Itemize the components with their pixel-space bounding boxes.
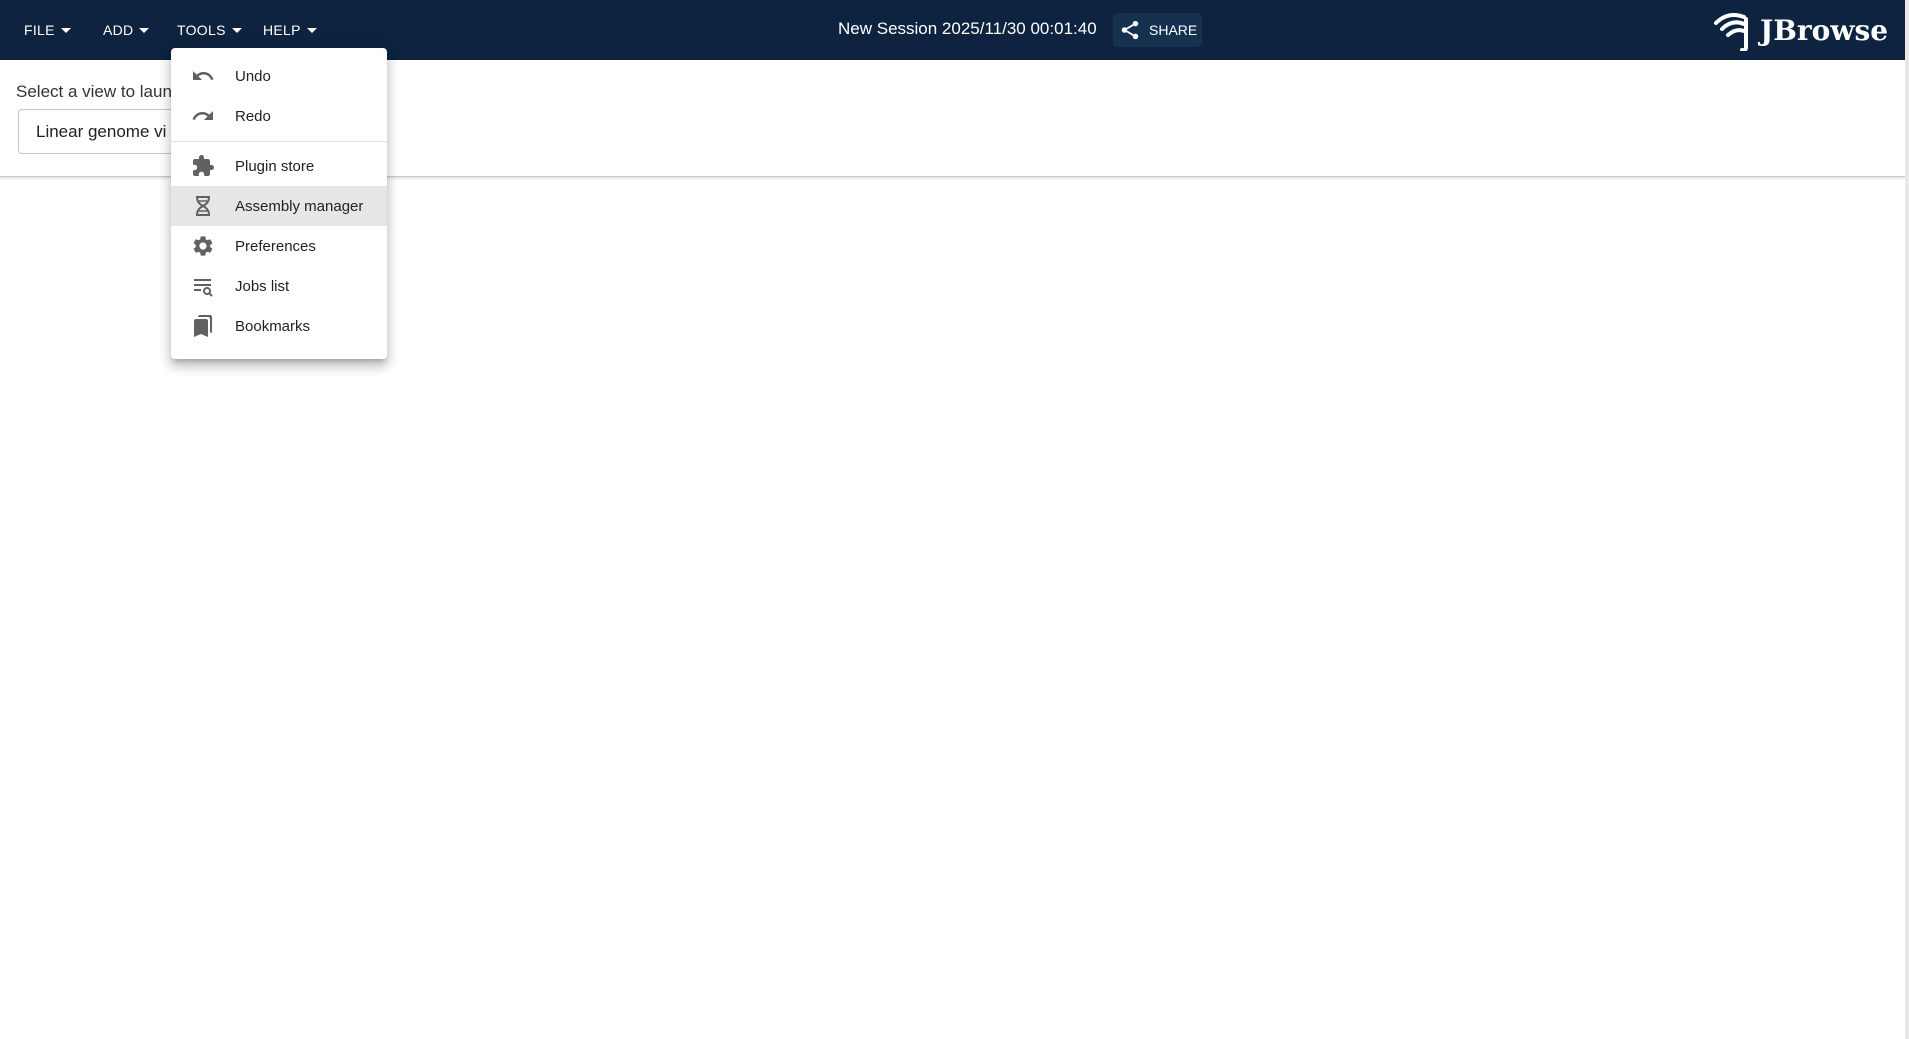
share-label: SHARE xyxy=(1149,22,1198,38)
menu-item-preferences[interactable]: Preferences xyxy=(171,226,387,266)
help-menu-button[interactable]: HELP xyxy=(263,16,317,44)
menu-item-undo[interactable]: Undo xyxy=(171,56,387,96)
chevron-down-icon xyxy=(60,27,71,33)
share-button[interactable]: SHARE xyxy=(1113,13,1202,47)
chevron-down-icon xyxy=(139,27,150,33)
session-title[interactable]: New Session 2025/11/30 00:01:40 xyxy=(838,17,1097,41)
menu-item-assembly-manager[interactable]: Assembly manager xyxy=(171,186,387,226)
undo-icon xyxy=(191,64,215,88)
menu-item-label: Jobs list xyxy=(235,277,290,295)
add-menu-button[interactable]: ADD xyxy=(103,16,150,44)
menu-item-label: Plugin store xyxy=(235,157,315,175)
tools-menu-label: TOOLS xyxy=(177,22,226,38)
file-menu-label: FILE xyxy=(24,22,55,38)
menu-item-jobs-list[interactable]: Jobs list xyxy=(171,266,387,306)
scrollbar[interactable] xyxy=(1905,0,1909,1039)
menu-item-label: Assembly manager xyxy=(235,197,364,215)
dna-icon xyxy=(191,194,215,218)
help-menu-label: HELP xyxy=(263,22,301,38)
redo-icon xyxy=(191,104,215,128)
menu-item-label: Undo xyxy=(235,67,271,85)
jbrowse-logo: JBrowse xyxy=(1712,8,1888,52)
share-icon xyxy=(1121,20,1139,40)
file-menu-button[interactable]: FILE xyxy=(24,16,71,44)
gear-icon xyxy=(191,234,215,258)
extension-icon xyxy=(191,154,215,178)
chevron-down-icon xyxy=(306,27,317,33)
launcher-label: Select a view to laun xyxy=(16,82,172,101)
chevron-down-icon xyxy=(231,27,242,33)
menu-item-bookmarks[interactable]: Bookmarks xyxy=(171,306,387,346)
menu-item-redo[interactable]: Redo xyxy=(171,96,387,136)
add-menu-label: ADD xyxy=(103,22,134,38)
menu-divider xyxy=(171,141,387,142)
tools-menu-button[interactable]: TOOLS xyxy=(177,16,242,44)
tools-dropdown-menu: Undo Redo Plugin store Assembly manager xyxy=(171,48,387,359)
menu-item-label: Bookmarks xyxy=(235,317,311,335)
logo-text: JBrowse xyxy=(1760,13,1889,47)
menu-item-label: Redo xyxy=(235,107,271,125)
list-search-icon xyxy=(191,274,215,298)
menu-item-plugin-store[interactable]: Plugin store xyxy=(171,146,387,186)
menu-item-label: Preferences xyxy=(235,237,316,255)
jbrowse-logo-icon xyxy=(1714,13,1748,51)
bookmarks-icon xyxy=(191,314,215,338)
